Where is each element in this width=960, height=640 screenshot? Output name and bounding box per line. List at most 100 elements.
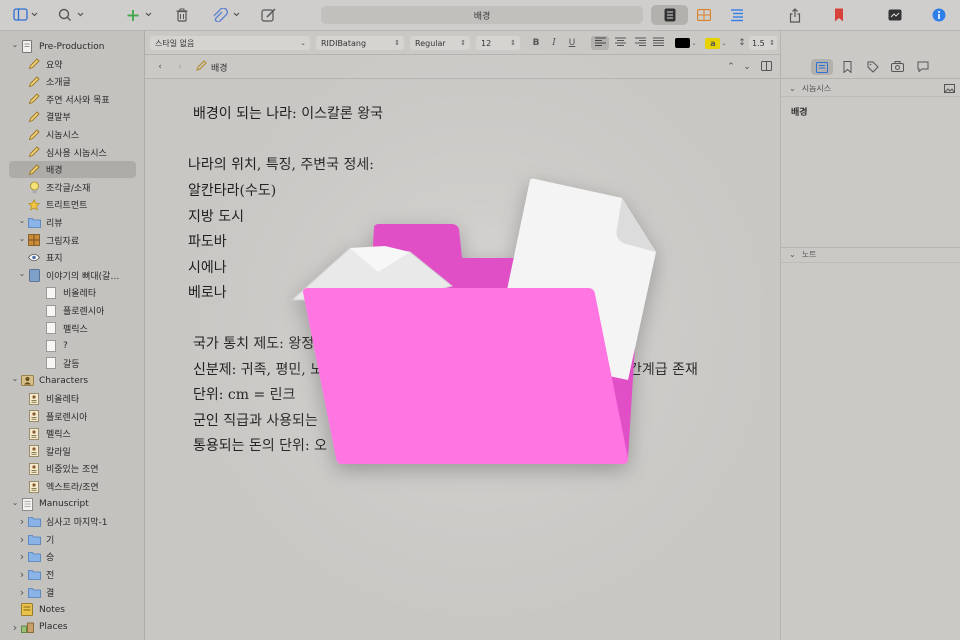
trash-button[interactable] bbox=[174, 6, 190, 24]
disclosure-closed-icon[interactable]: › bbox=[17, 586, 27, 599]
snapshot-tab-icon[interactable] bbox=[891, 61, 904, 75]
attach-button[interactable] bbox=[210, 6, 244, 24]
binder-item[interactable]: 배경 bbox=[9, 161, 136, 179]
binder-item[interactable]: ⌄ 그림자료 bbox=[0, 232, 144, 249]
image-icon[interactable] bbox=[944, 84, 955, 95]
binder-item[interactable]: › 승 bbox=[0, 548, 144, 565]
font-weight-select[interactable]: Regular ⇕ bbox=[410, 36, 470, 50]
synopsis-section-header[interactable]: ⌄ 시놉시스 bbox=[781, 81, 960, 97]
binder-item[interactable]: ⌄ Manuscript bbox=[0, 496, 144, 513]
share-button[interactable] bbox=[786, 6, 804, 24]
tag-tab-icon[interactable] bbox=[867, 61, 879, 76]
synopsis-title[interactable]: 배경 bbox=[791, 105, 808, 118]
pencil-icon bbox=[27, 128, 41, 141]
binder-item[interactable]: 표지 bbox=[0, 249, 144, 266]
binder-item[interactable]: 플로렌시아 bbox=[0, 408, 144, 425]
paragraph-style-select[interactable]: 스타일 없음 ⌄ bbox=[150, 36, 310, 50]
binder-item[interactable]: 비중있는 조연 bbox=[0, 460, 144, 477]
align-left-button[interactable] bbox=[591, 36, 609, 50]
binder-item[interactable]: 심사용 시놉시스 bbox=[0, 144, 144, 161]
compose-button[interactable] bbox=[260, 6, 278, 24]
search-icon bbox=[57, 8, 87, 22]
sidebar-toggle-button[interactable] bbox=[10, 6, 42, 24]
disclosure-open-icon[interactable]: ⌄ bbox=[10, 498, 20, 507]
binder-item[interactable]: 조각글/소재 bbox=[0, 179, 144, 196]
nav-forward-icon[interactable]: › bbox=[175, 60, 185, 74]
highlight-color-button[interactable]: a ⌄ bbox=[705, 36, 727, 50]
disclosure-open-icon[interactable]: ⌄ bbox=[17, 269, 27, 278]
binder-item[interactable]: 주연 서사와 목표 bbox=[0, 91, 144, 108]
header-doc-title[interactable]: 배경 bbox=[211, 61, 228, 74]
text-color-swatch bbox=[675, 38, 691, 48]
binder-item-label: 결 bbox=[46, 588, 55, 599]
synopsis-header-label: 시놉시스 bbox=[801, 84, 832, 93]
binder-item[interactable]: ? bbox=[0, 337, 144, 354]
binder-item[interactable]: 칼라일 bbox=[0, 443, 144, 460]
notes-section-header[interactable]: ⌄ 노트 bbox=[781, 247, 960, 263]
binder-item[interactable]: 트리트먼트 bbox=[0, 196, 144, 213]
add-button[interactable] bbox=[124, 6, 156, 24]
split-view-icon[interactable] bbox=[761, 61, 772, 74]
nav-back-icon[interactable]: ‹ bbox=[155, 60, 165, 74]
text-line: 통용되는 돈의 단위: 오 bbox=[193, 438, 327, 454]
document-icon bbox=[44, 304, 58, 317]
align-justify-button[interactable] bbox=[650, 36, 666, 50]
disclosure-open-icon[interactable]: ⌄ bbox=[17, 216, 27, 225]
underline-button[interactable]: U bbox=[566, 36, 578, 50]
line-spacing-select[interactable]: 1.5 ⇕ bbox=[749, 36, 777, 50]
binder-item[interactable]: › 기 bbox=[0, 531, 144, 548]
disclosure-closed-icon[interactable]: › bbox=[17, 550, 27, 563]
binder-item[interactable]: 펠릭스 bbox=[0, 425, 144, 442]
bookmark-button[interactable] bbox=[830, 6, 848, 24]
disclosure-open-icon[interactable]: ⌄ bbox=[10, 40, 20, 49]
align-center-button[interactable] bbox=[612, 36, 628, 50]
disclosure-closed-icon[interactable]: › bbox=[17, 568, 27, 581]
info-button[interactable] bbox=[930, 6, 948, 24]
image-grid-icon bbox=[27, 234, 41, 247]
text-color-button[interactable]: ⌄ bbox=[675, 36, 697, 50]
chevron-up-icon[interactable]: ⌃ bbox=[725, 60, 737, 74]
notes-tab-icon[interactable] bbox=[811, 59, 833, 75]
outline-view-button[interactable] bbox=[651, 5, 688, 25]
binder-item[interactable]: 엑스트라/조연 bbox=[0, 478, 144, 495]
document-title-field[interactable]: 배경 bbox=[321, 6, 643, 24]
disclosure-closed-icon[interactable]: › bbox=[17, 533, 27, 546]
binder-item[interactable]: ⌄ Characters bbox=[0, 372, 144, 389]
text-line: 국가 통치 제도: 왕정 bbox=[193, 336, 315, 352]
italic-button[interactable]: I bbox=[548, 36, 560, 50]
disclosure-open-icon[interactable]: ⌄ bbox=[10, 374, 20, 383]
disclosure-closed-icon[interactable]: › bbox=[10, 621, 20, 634]
editor-text-area[interactable]: 배경이 되는 나라: 이스칼론 왕국 나라의 위치, 특징, 주변국 정세: 알… bbox=[145, 79, 780, 640]
bookmark-tab-icon[interactable] bbox=[843, 61, 852, 76]
binder-item[interactable]: ⌄ 리뷰 bbox=[0, 214, 144, 231]
disclosure-closed-icon[interactable]: › bbox=[17, 515, 27, 528]
binder-item[interactable]: 소개글 bbox=[0, 73, 144, 90]
binder-item[interactable]: › 전 bbox=[0, 566, 144, 583]
font-size-select[interactable]: 12 ⇕ bbox=[476, 36, 520, 50]
binder-item[interactable]: › Places bbox=[0, 619, 144, 636]
binder-item[interactable]: ⌄ 이야기의 뼈대(갈… bbox=[0, 267, 144, 284]
disclosure-open-icon[interactable]: ⌄ bbox=[17, 234, 27, 243]
chevron-down-icon[interactable]: ⌄ bbox=[741, 60, 753, 74]
binder-item[interactable]: 플로렌시아 bbox=[0, 302, 144, 319]
binder-item[interactable]: 결말부 bbox=[0, 108, 144, 125]
binder-item[interactable]: 비올레타 bbox=[0, 284, 144, 301]
binder-item[interactable]: Notes bbox=[0, 601, 144, 618]
binder-item[interactable]: 갈등 bbox=[0, 355, 144, 372]
search-button[interactable] bbox=[56, 6, 88, 24]
binder-item[interactable]: › 심사고 마지막-1 bbox=[0, 513, 144, 530]
binder-item[interactable]: 펠릭스 bbox=[0, 320, 144, 337]
font-family-select[interactable]: RIDIBatang ⇕ bbox=[316, 36, 404, 50]
align-right-button[interactable] bbox=[632, 36, 648, 50]
binder-item[interactable]: › 결 bbox=[0, 584, 144, 601]
sidebar-toggle-icon bbox=[13, 8, 39, 22]
binder-item[interactable]: 요약 bbox=[0, 56, 144, 73]
corkboard-view-button[interactable] bbox=[692, 6, 716, 24]
binder-item[interactable]: 비올레타 bbox=[0, 390, 144, 407]
inspector-toggle-button[interactable] bbox=[886, 6, 904, 24]
binder-item[interactable]: 시놉시스 bbox=[0, 126, 144, 143]
comments-tab-icon[interactable] bbox=[917, 61, 929, 75]
bold-button[interactable]: B bbox=[530, 36, 542, 50]
binder-item[interactable]: ⌄ Pre-Production bbox=[0, 38, 144, 55]
scrivenings-view-button[interactable] bbox=[726, 6, 748, 24]
